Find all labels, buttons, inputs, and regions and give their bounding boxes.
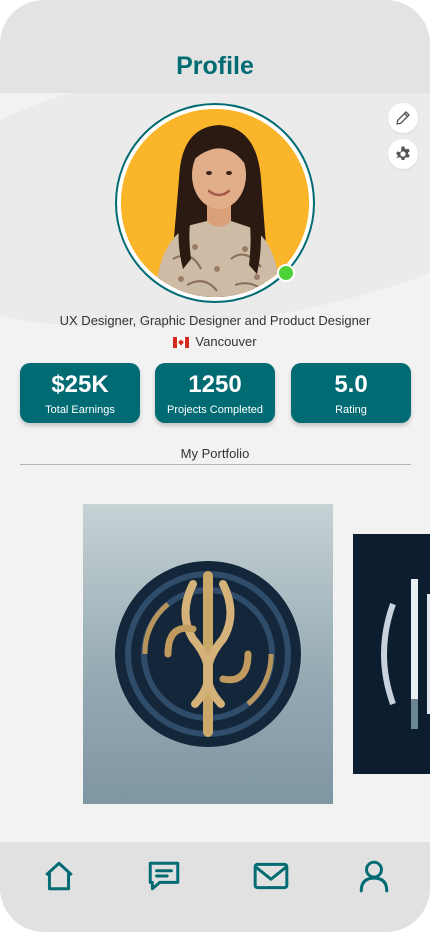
nav-home[interactable]	[39, 856, 79, 896]
gear-icon	[396, 146, 410, 160]
stat-card-earnings[interactable]: $25K Total Earnings	[20, 363, 140, 423]
stat-label: Rating	[335, 404, 367, 416]
stat-card-projects[interactable]: 1250 Projects Completed	[155, 363, 275, 423]
portfolio-logo-image	[115, 561, 301, 747]
mail-icon	[253, 862, 289, 890]
stat-value: 1250	[188, 371, 242, 398]
portfolio-thumbnail-image	[353, 534, 430, 774]
stat-label: Projects Completed	[167, 404, 263, 416]
stat-card-rating[interactable]: 5.0 Rating	[291, 363, 411, 423]
portfolio-divider	[20, 464, 411, 465]
stat-label: Total Earnings	[45, 404, 115, 416]
online-status-indicator	[277, 264, 295, 282]
portfolio-section-title: My Portfolio	[180, 446, 250, 461]
nav-chat[interactable]	[144, 856, 184, 896]
profile-tagline: UX Designer, Graphic Designer and Produc…	[59, 313, 371, 328]
bottom-navigation	[0, 842, 430, 932]
user-icon	[359, 860, 389, 893]
home-icon	[45, 861, 73, 891]
pencil-icon	[396, 111, 410, 125]
portfolio-item[interactable]	[83, 504, 333, 804]
nav-mail[interactable]	[251, 856, 291, 896]
chat-icon	[148, 861, 180, 891]
phone-frame: Profile UX Designer, Graphic Designer an…	[0, 0, 430, 932]
settings-button[interactable]	[388, 139, 418, 169]
profile-location: Vancouver	[0, 334, 430, 349]
location-label: Vancouver	[195, 334, 257, 349]
canada-flag-icon	[173, 336, 190, 348]
page-title: Profile	[176, 52, 254, 80]
stat-value: 5.0	[334, 371, 368, 398]
portfolio-item[interactable]	[353, 534, 430, 774]
nav-profile[interactable]	[354, 856, 394, 896]
edit-profile-button[interactable]	[388, 103, 418, 133]
stat-value: $25K	[51, 371, 109, 398]
